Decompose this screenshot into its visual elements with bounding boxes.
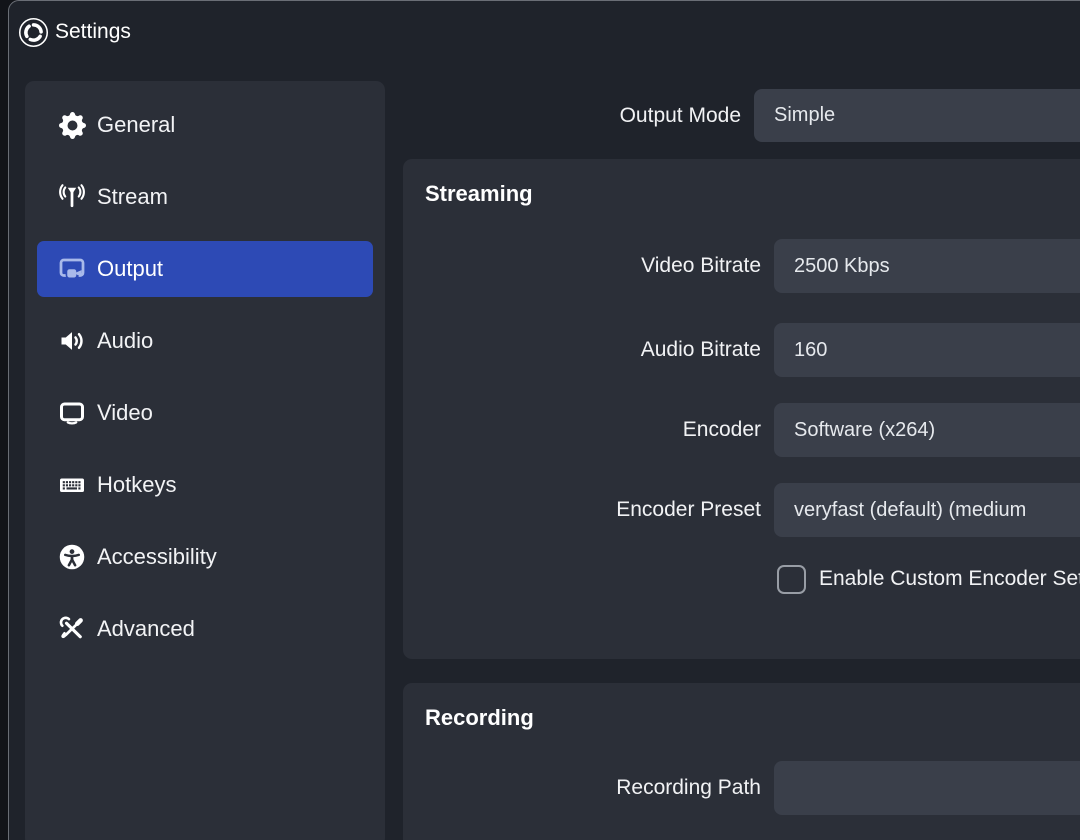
- audio-bitrate-label: Audio Bitrate: [403, 323, 761, 376]
- sidebar-item-general[interactable]: General: [37, 97, 373, 153]
- sidebar-item-advanced[interactable]: Advanced: [37, 601, 373, 657]
- streaming-panel-title: Streaming: [425, 181, 533, 207]
- gear-icon: [57, 110, 87, 140]
- recording-path-label: Recording Path: [403, 761, 761, 814]
- sidebar-item-label: Stream: [97, 184, 168, 210]
- sidebar-item-label: General: [97, 112, 175, 138]
- enable-custom-encoder-label: Enable Custom Encoder Settings: [819, 558, 1080, 600]
- screen-record-icon: [57, 254, 87, 284]
- recording-panel-title: Recording: [425, 705, 534, 731]
- audio-bitrate-select[interactable]: 160: [774, 323, 1080, 377]
- encoder-preset-select[interactable]: veryfast (default) (medium: [774, 483, 1080, 537]
- sidebar-item-stream[interactable]: Stream: [37, 169, 373, 225]
- output-mode-label: Output Mode: [403, 89, 741, 142]
- tools-icon: [57, 614, 87, 644]
- encoder-preset-label: Encoder Preset: [403, 483, 761, 536]
- video-bitrate-input[interactable]: 2500 Kbps: [774, 239, 1080, 293]
- sidebar-item-video[interactable]: Video: [37, 385, 373, 441]
- settings-sidebar: General Stream: [25, 81, 385, 840]
- sidebar-item-hotkeys[interactable]: Hotkeys: [37, 457, 373, 513]
- keyboard-icon: [57, 470, 87, 500]
- sidebar-item-label: Hotkeys: [97, 472, 176, 498]
- obs-logo-icon: [18, 17, 49, 48]
- broadcast-icon: [57, 182, 87, 212]
- video-bitrate-label: Video Bitrate: [403, 239, 761, 292]
- sidebar-item-label: Video: [97, 400, 153, 426]
- speaker-icon: [57, 326, 87, 356]
- sidebar-item-label: Accessibility: [97, 544, 217, 570]
- sidebar-item-audio[interactable]: Audio: [37, 313, 373, 369]
- sidebar-item-output[interactable]: Output: [37, 241, 373, 297]
- sidebar-item-accessibility[interactable]: Accessibility: [37, 529, 373, 585]
- accessibility-icon: [57, 542, 87, 572]
- encoder-label: Encoder: [403, 403, 761, 456]
- streaming-panel: Streaming Video Bitrate 2500 Kbps Audio …: [403, 159, 1080, 659]
- titlebar: Settings: [9, 1, 1080, 63]
- enable-custom-encoder-checkbox[interactable]: [777, 565, 806, 594]
- window-title: Settings: [55, 20, 131, 44]
- output-mode-select[interactable]: Simple: [754, 89, 1080, 142]
- settings-window: Settings General Stream: [8, 0, 1080, 840]
- encoder-select[interactable]: Software (x264): [774, 403, 1080, 457]
- recording-panel: Recording Recording Path: [403, 683, 1080, 840]
- sidebar-item-label: Advanced: [97, 616, 195, 642]
- recording-path-input[interactable]: [774, 761, 1080, 815]
- sidebar-item-label: Audio: [97, 328, 153, 354]
- monitor-icon: [57, 398, 87, 428]
- sidebar-item-label: Output: [97, 256, 163, 282]
